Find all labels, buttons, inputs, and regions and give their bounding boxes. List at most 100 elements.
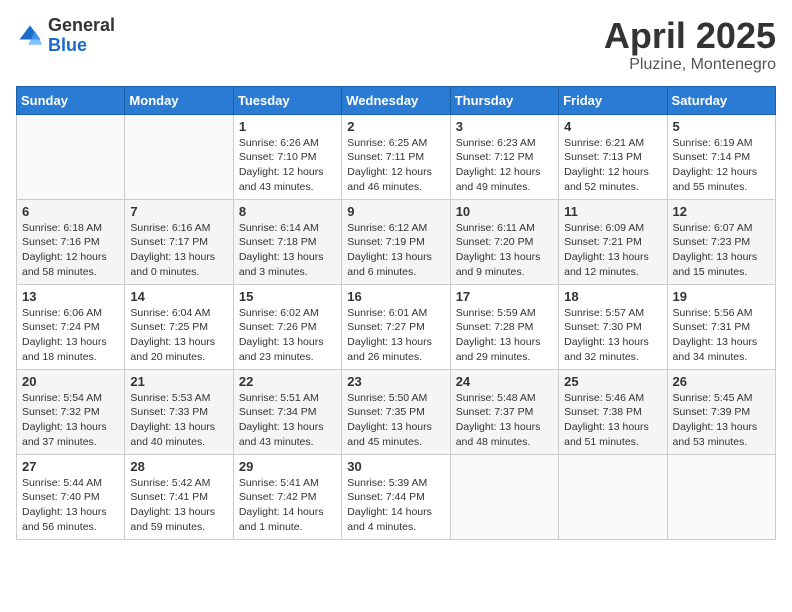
day-info: Sunrise: 5:39 AM Sunset: 7:44 PM Dayligh… xyxy=(347,476,444,535)
day-info: Sunrise: 6:09 AM Sunset: 7:21 PM Dayligh… xyxy=(564,221,661,280)
day-number: 14 xyxy=(130,289,227,304)
day-info: Sunrise: 6:07 AM Sunset: 7:23 PM Dayligh… xyxy=(673,221,770,280)
day-number: 4 xyxy=(564,119,661,134)
calendar-cell: 29 Sunrise: 5:41 AM Sunset: 7:42 PM Dayli… xyxy=(233,454,341,539)
header-day-sunday: Sunday xyxy=(17,86,125,114)
logo-general: General xyxy=(48,16,115,36)
day-info: Sunrise: 5:45 AM Sunset: 7:39 PM Dayligh… xyxy=(673,391,770,450)
day-info: Sunrise: 5:53 AM Sunset: 7:33 PM Dayligh… xyxy=(130,391,227,450)
day-info: Sunrise: 6:19 AM Sunset: 7:14 PM Dayligh… xyxy=(673,136,770,195)
calendar-cell: 19 Sunrise: 5:56 AM Sunset: 7:31 PM Dayli… xyxy=(667,284,775,369)
calendar-cell: 18 Sunrise: 5:57 AM Sunset: 7:30 PM Dayli… xyxy=(559,284,667,369)
page-header: General Blue April 2025 Pluzine, Montene… xyxy=(16,16,776,74)
calendar-table: SundayMondayTuesdayWednesdayThursdayFrid… xyxy=(16,86,776,540)
day-number: 25 xyxy=(564,374,661,389)
day-number: 28 xyxy=(130,459,227,474)
logo-blue: Blue xyxy=(48,36,115,56)
day-number: 9 xyxy=(347,204,444,219)
calendar-cell xyxy=(125,114,233,199)
day-number: 13 xyxy=(22,289,119,304)
calendar-cell: 1 Sunrise: 6:26 AM Sunset: 7:10 PM Daylig… xyxy=(233,114,341,199)
calendar-cell: 8 Sunrise: 6:14 AM Sunset: 7:18 PM Daylig… xyxy=(233,199,341,284)
location: Pluzine, Montenegro xyxy=(604,56,776,74)
day-info: Sunrise: 5:41 AM Sunset: 7:42 PM Dayligh… xyxy=(239,476,336,535)
calendar-week-5: 27Sunrise: 5:44 AM Sunset: 7:40 PM Dayli… xyxy=(17,454,776,539)
day-number: 8 xyxy=(239,204,336,219)
day-number: 21 xyxy=(130,374,227,389)
calendar-cell: 10Sunrise: 6:11 AM Sunset: 7:20 PM Dayli… xyxy=(450,199,558,284)
title-block: April 2025 Pluzine, Montenegro xyxy=(604,16,776,74)
day-number: 17 xyxy=(456,289,553,304)
day-number: 6 xyxy=(22,204,119,219)
day-number: 3 xyxy=(456,119,553,134)
day-info: Sunrise: 5:46 AM Sunset: 7:38 PM Dayligh… xyxy=(564,391,661,450)
day-number: 23 xyxy=(347,374,444,389)
calendar-cell xyxy=(667,454,775,539)
calendar-cell: 7 Sunrise: 6:16 AM Sunset: 7:17 PM Daylig… xyxy=(125,199,233,284)
calendar-cell: 15 Sunrise: 6:02 AM Sunset: 7:26 PM Dayli… xyxy=(233,284,341,369)
day-info: Sunrise: 6:12 AM Sunset: 7:19 PM Dayligh… xyxy=(347,221,444,280)
day-info: Sunrise: 6:16 AM Sunset: 7:17 PM Dayligh… xyxy=(130,221,227,280)
day-number: 22 xyxy=(239,374,336,389)
day-number: 30 xyxy=(347,459,444,474)
day-number: 7 xyxy=(130,204,227,219)
calendar-cell: 5 Sunrise: 6:19 AM Sunset: 7:14 PM Daylig… xyxy=(667,114,775,199)
calendar-cell: 17 Sunrise: 5:59 AM Sunset: 7:28 PM Dayli… xyxy=(450,284,558,369)
day-number: 15 xyxy=(239,289,336,304)
calendar-cell: 14 Sunrise: 6:04 AM Sunset: 7:25 PM Dayli… xyxy=(125,284,233,369)
day-number: 1 xyxy=(239,119,336,134)
logo: General Blue xyxy=(16,16,115,56)
calendar-cell: 26 Sunrise: 5:45 AM Sunset: 7:39 PM Dayli… xyxy=(667,369,775,454)
day-info: Sunrise: 6:02 AM Sunset: 7:26 PM Dayligh… xyxy=(239,306,336,365)
calendar-week-3: 13Sunrise: 6:06 AM Sunset: 7:24 PM Dayli… xyxy=(17,284,776,369)
calendar-cell: 13Sunrise: 6:06 AM Sunset: 7:24 PM Dayli… xyxy=(17,284,125,369)
day-info: Sunrise: 5:42 AM Sunset: 7:41 PM Dayligh… xyxy=(130,476,227,535)
day-number: 20 xyxy=(22,374,119,389)
calendar-cell: 12Sunrise: 6:07 AM Sunset: 7:23 PM Dayli… xyxy=(667,199,775,284)
header-day-friday: Friday xyxy=(559,86,667,114)
day-number: 16 xyxy=(347,289,444,304)
logo-text: General Blue xyxy=(48,16,115,56)
day-info: Sunrise: 5:51 AM Sunset: 7:34 PM Dayligh… xyxy=(239,391,336,450)
calendar-header: SundayMondayTuesdayWednesdayThursdayFrid… xyxy=(17,86,776,114)
day-number: 5 xyxy=(673,119,770,134)
header-day-thursday: Thursday xyxy=(450,86,558,114)
calendar-cell xyxy=(559,454,667,539)
calendar-cell: 28 Sunrise: 5:42 AM Sunset: 7:41 PM Dayli… xyxy=(125,454,233,539)
header-day-tuesday: Tuesday xyxy=(233,86,341,114)
day-info: Sunrise: 6:25 AM Sunset: 7:11 PM Dayligh… xyxy=(347,136,444,195)
calendar-body: 1 Sunrise: 6:26 AM Sunset: 7:10 PM Daylig… xyxy=(17,114,776,539)
day-info: Sunrise: 5:57 AM Sunset: 7:30 PM Dayligh… xyxy=(564,306,661,365)
day-info: Sunrise: 5:50 AM Sunset: 7:35 PM Dayligh… xyxy=(347,391,444,450)
day-info: Sunrise: 6:26 AM Sunset: 7:10 PM Dayligh… xyxy=(239,136,336,195)
header-day-wednesday: Wednesday xyxy=(342,86,450,114)
logo-icon xyxy=(16,22,44,50)
calendar-cell: 23 Sunrise: 5:50 AM Sunset: 7:35 PM Dayli… xyxy=(342,369,450,454)
calendar-cell: 9 Sunrise: 6:12 AM Sunset: 7:19 PM Daylig… xyxy=(342,199,450,284)
calendar-week-2: 6 Sunrise: 6:18 AM Sunset: 7:16 PM Daylig… xyxy=(17,199,776,284)
calendar-cell: 4Sunrise: 6:21 AM Sunset: 7:13 PM Daylig… xyxy=(559,114,667,199)
day-info: Sunrise: 6:18 AM Sunset: 7:16 PM Dayligh… xyxy=(22,221,119,280)
month-title: April 2025 xyxy=(604,16,776,56)
calendar-cell xyxy=(17,114,125,199)
calendar-cell: 16Sunrise: 6:01 AM Sunset: 7:27 PM Dayli… xyxy=(342,284,450,369)
day-number: 18 xyxy=(564,289,661,304)
day-info: Sunrise: 5:56 AM Sunset: 7:31 PM Dayligh… xyxy=(673,306,770,365)
header-day-monday: Monday xyxy=(125,86,233,114)
day-info: Sunrise: 6:14 AM Sunset: 7:18 PM Dayligh… xyxy=(239,221,336,280)
day-number: 19 xyxy=(673,289,770,304)
day-info: Sunrise: 5:48 AM Sunset: 7:37 PM Dayligh… xyxy=(456,391,553,450)
day-number: 29 xyxy=(239,459,336,474)
calendar-cell: 3Sunrise: 6:23 AM Sunset: 7:12 PM Daylig… xyxy=(450,114,558,199)
day-info: Sunrise: 5:59 AM Sunset: 7:28 PM Dayligh… xyxy=(456,306,553,365)
calendar-cell: 27Sunrise: 5:44 AM Sunset: 7:40 PM Dayli… xyxy=(17,454,125,539)
day-info: Sunrise: 6:04 AM Sunset: 7:25 PM Dayligh… xyxy=(130,306,227,365)
calendar-week-1: 1 Sunrise: 6:26 AM Sunset: 7:10 PM Daylig… xyxy=(17,114,776,199)
calendar-cell xyxy=(450,454,558,539)
day-number: 26 xyxy=(673,374,770,389)
day-info: Sunrise: 5:54 AM Sunset: 7:32 PM Dayligh… xyxy=(22,391,119,450)
day-number: 11 xyxy=(564,204,661,219)
calendar-cell: 30 Sunrise: 5:39 AM Sunset: 7:44 PM Dayli… xyxy=(342,454,450,539)
calendar-cell: 24Sunrise: 5:48 AM Sunset: 7:37 PM Dayli… xyxy=(450,369,558,454)
calendar-cell: 25 Sunrise: 5:46 AM Sunset: 7:38 PM Dayli… xyxy=(559,369,667,454)
